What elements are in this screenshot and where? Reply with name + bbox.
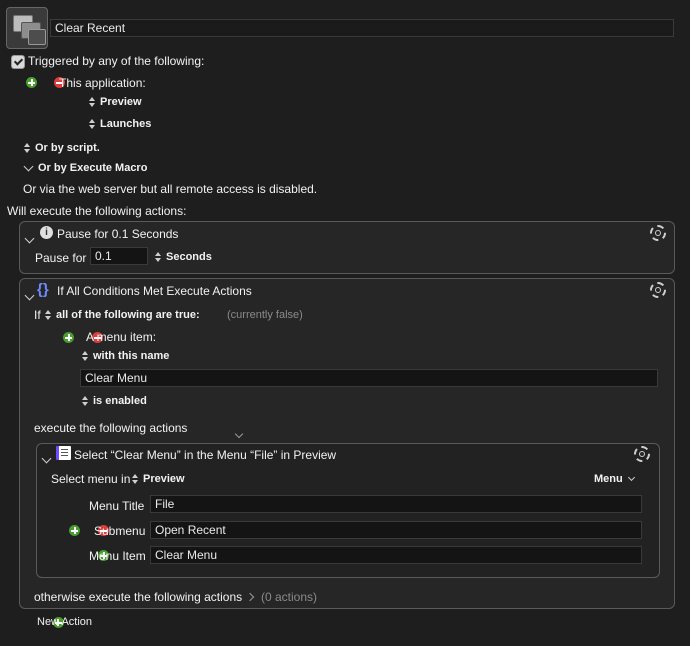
braces-icon: {} (37, 281, 49, 298)
otherwise-disclosure-icon[interactable] (245, 592, 255, 602)
actions-header: Will execute the following actions: (7, 204, 187, 218)
execute-disclosure-icon[interactable] (234, 429, 244, 439)
submenu-label: Submenu (94, 524, 146, 538)
or-by-script-toggle[interactable]: Or by script. (24, 142, 100, 154)
menu-item-input[interactable]: Clear Menu (150, 546, 642, 564)
popup-updown-icon (89, 97, 96, 107)
if-action-panel[interactable]: {} If All Conditions Met Execute Actions… (19, 278, 675, 609)
if-action-title: If All Conditions Met Execute Actions (57, 284, 252, 298)
popup-updown-icon (82, 396, 89, 406)
add-condition-icon[interactable] (63, 332, 75, 343)
condition-state-text: (currently false) (227, 309, 303, 321)
add-submenu-icon[interactable] (69, 525, 81, 536)
select-menu-action-panel[interactable]: Select “Clear Menu” in the Menu “File” i… (36, 443, 660, 578)
or-by-execute-macro-toggle[interactable]: Or by Execute Macro (23, 161, 148, 174)
execute-label: execute the following actions (34, 421, 188, 435)
macro-name-value: Clear Recent (55, 21, 126, 35)
otherwise-label: otherwise execute the following actions (34, 590, 243, 604)
gear-icon[interactable] (650, 225, 666, 241)
macro-icon[interactable] (6, 7, 48, 49)
enabled-state-popup[interactable]: is enabled (82, 395, 147, 407)
menu-name-value: Clear Menu (85, 371, 148, 385)
add-trigger-icon[interactable] (26, 77, 37, 88)
menu-title-value: File (155, 497, 175, 511)
gear-icon[interactable] (650, 282, 666, 298)
chevron-down-icon (627, 473, 635, 481)
otherwise-count: (0 actions) (261, 590, 318, 604)
enabled-state-value: is enabled (93, 395, 147, 407)
pause-action-panel[interactable]: i Pause for 0.1 Seconds Pause for 0.1 Se… (19, 221, 675, 274)
pause-for-label: Pause for (35, 251, 87, 265)
disclosure-down-icon (23, 161, 34, 171)
triggered-by-label: Triggered by any of the following: (28, 54, 205, 68)
select-in-popup[interactable]: Preview (132, 473, 185, 485)
popup-updown-icon (24, 143, 31, 153)
or-by-execute-macro-label: Or by Execute Macro (38, 162, 148, 174)
menu-name-input[interactable]: Clear Menu (80, 369, 658, 387)
match-mode-popup[interactable]: with this name (82, 350, 169, 362)
select-in-label: Select menu in (51, 472, 131, 486)
app-popup[interactable]: Preview (89, 96, 142, 108)
menu-mode-popup[interactable]: Menu (594, 473, 635, 485)
collapse-icon[interactable] (24, 290, 35, 301)
pause-action-title: Pause for 0.1 Seconds (57, 227, 179, 241)
condition-mode-value: all of the following are true: (56, 309, 200, 321)
collapse-icon[interactable] (41, 453, 52, 464)
app-popup-value: Preview (100, 96, 142, 108)
menu-list-icon (56, 446, 71, 460)
unit-popup[interactable]: Seconds (155, 251, 212, 263)
select-in-value: Preview (143, 473, 185, 485)
menu-item-label: Menu Item (89, 549, 146, 563)
select-menu-title: Select “Clear Menu” in the Menu “File” i… (74, 448, 337, 462)
gear-icon[interactable] (634, 446, 650, 462)
match-mode-value: with this name (93, 350, 170, 362)
menu-mode-value: Menu (594, 473, 623, 485)
new-action-button[interactable]: New Action (37, 616, 92, 628)
event-popup-value: Launches (100, 118, 152, 130)
web-server-note: Or via the web server but all remote acc… (23, 182, 318, 196)
popup-updown-icon (89, 119, 96, 129)
macro-name-input[interactable]: Clear Recent (50, 19, 674, 37)
collapse-icon[interactable] (24, 233, 35, 244)
or-by-script-label: Or by script. (35, 142, 100, 154)
popup-updown-icon (132, 474, 139, 484)
condition-type-label: A menu item: (86, 330, 157, 344)
popup-updown-icon (155, 252, 162, 262)
condition-mode-popup[interactable]: all of the following are true: (45, 309, 200, 321)
popup-updown-icon (82, 351, 89, 361)
pause-duration-input[interactable]: 0.1 (90, 247, 148, 265)
event-popup[interactable]: Launches (89, 118, 151, 130)
pause-info-icon: i (40, 226, 53, 239)
unit-popup-value: Seconds (166, 251, 212, 263)
submenu-value: Open Recent (155, 523, 226, 537)
triggered-checkbox[interactable] (11, 55, 25, 69)
popup-updown-icon (45, 310, 52, 320)
pause-duration-value: 0.1 (95, 249, 112, 263)
this-application-label: This application: (59, 76, 146, 90)
menu-title-label: Menu Title (89, 499, 145, 513)
submenu-input[interactable]: Open Recent (150, 521, 642, 539)
menu-item-value: Clear Menu (155, 548, 218, 562)
if-label: If (34, 308, 41, 322)
menu-title-input[interactable]: File (150, 495, 642, 513)
